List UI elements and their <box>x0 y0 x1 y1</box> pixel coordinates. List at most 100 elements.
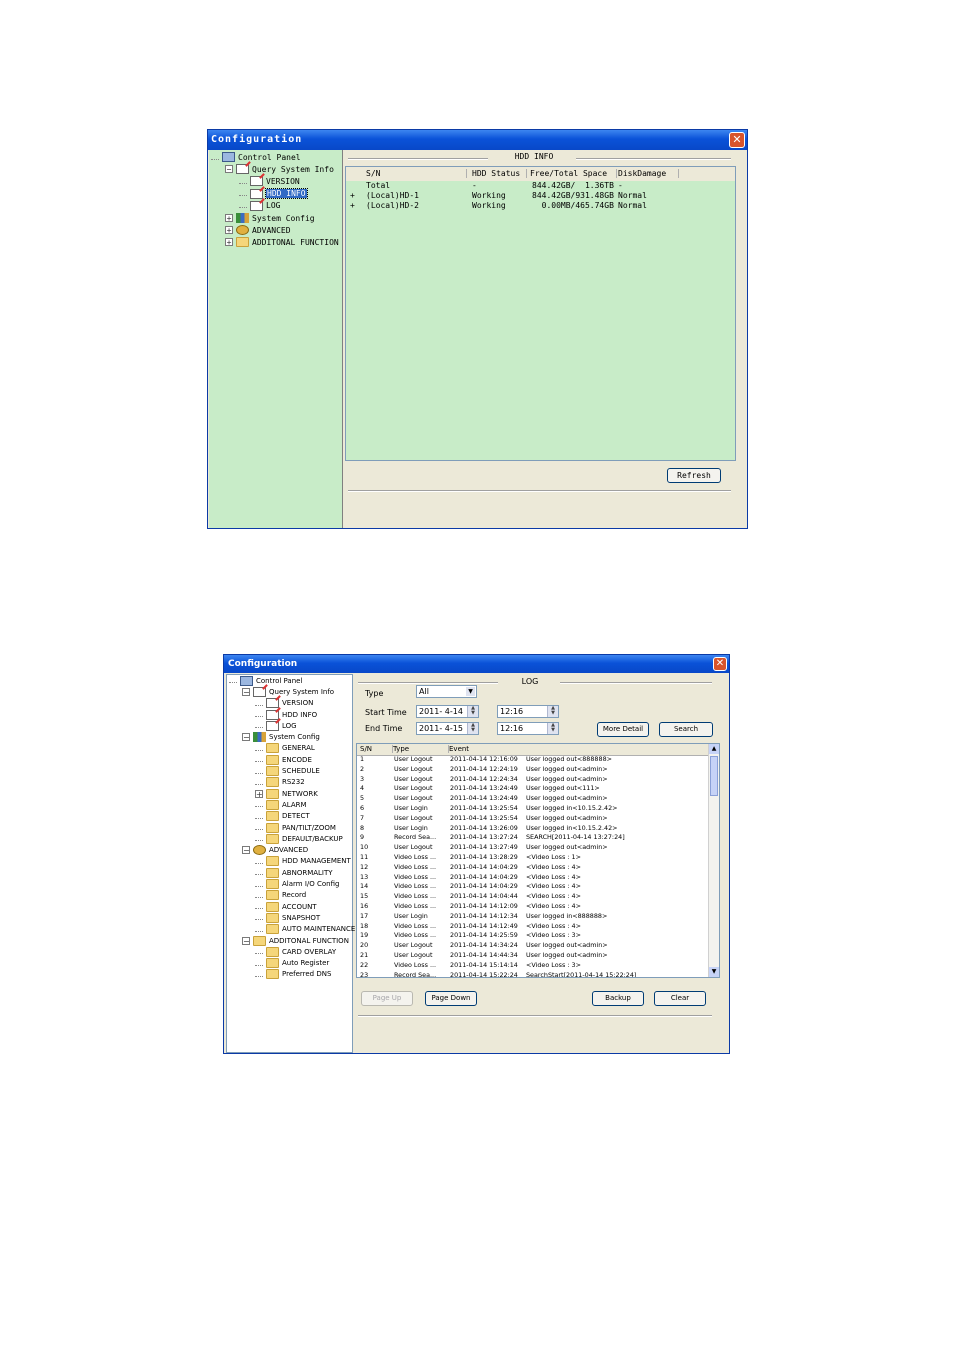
table-row[interactable]: 7 User Logout 2011-04-14 13:25:54 User logg… <box>357 814 710 824</box>
clear-button[interactable]: Clear <box>654 991 706 1006</box>
time-spinner-icon[interactable]: ▲ ▼ <box>547 706 558 717</box>
tree-item-query-system-info[interactable]: − Query System Info <box>242 686 334 697</box>
more-detail-button[interactable]: More Detail <box>597 722 649 737</box>
backup-button[interactable]: Backup <box>592 991 644 1006</box>
tree-item-advanced[interactable]: − ADVANCED <box>242 845 308 856</box>
close-button[interactable]: ✕ <box>713 657 727 671</box>
start-date-field[interactable]: 2011- 4-14 ▲ ▼ <box>416 705 479 718</box>
tree-item-abnormality[interactable]: ABNORMALITY <box>255 867 333 878</box>
table-row[interactable]: 6 User Login 2011-04-14 13:25:54 User logge… <box>357 804 710 814</box>
table-row[interactable]: 23 Record Sea... 2011-04-14 15:22:24 Search… <box>357 971 710 977</box>
tree-item-log[interactable]: LOG <box>239 200 280 212</box>
tree-item-hdd-info[interactable]: HDD INFO <box>239 188 308 200</box>
table-row[interactable]: 5 User Logout 2011-04-14 13:24:49 User logg… <box>357 794 710 804</box>
table-row[interactable]: 11 Video Loss ... 2011-04-14 13:28:29 <Vide… <box>357 853 710 863</box>
tree-item-alarm-i-o-config[interactable]: Alarm I/O Config <box>255 878 339 890</box>
column-header-diskdamage[interactable]: DiskDamage <box>618 169 679 178</box>
collapse-icon[interactable]: − <box>242 733 250 742</box>
refresh-button[interactable]: Refresh <box>667 468 721 483</box>
vertical-scrollbar[interactable]: ▲ ▼ <box>708 744 719 977</box>
table-row[interactable]: 3 User Logout 2011-04-14 12:24:34 User logg… <box>357 775 710 785</box>
type-select[interactable]: All ▼ <box>416 685 477 698</box>
page-down-button[interactable]: Page Down <box>425 991 477 1006</box>
table-row[interactable]: 15 Video Loss ... 2011-04-14 14:04:44 <Vide… <box>357 892 710 902</box>
scroll-down-icon[interactable]: ▼ <box>709 967 719 977</box>
column-header-hdd-status[interactable]: HDD Status <box>472 169 527 178</box>
collapse-icon[interactable]: − <box>242 846 250 855</box>
tree-item-auto-maintenance[interactable]: AUTO MAINTENANCE <box>255 924 355 935</box>
table-row[interactable]: 4 User Logout 2011-04-14 13:24:49 User logg… <box>357 784 710 794</box>
tree-item-log[interactable]: LOG <box>255 720 297 731</box>
table-row[interactable]: 1 User Logout 2011-04-14 12:16:09 User logg… <box>357 755 710 765</box>
column-header-type[interactable]: Type <box>393 745 449 753</box>
page-up-button[interactable]: Page Up <box>361 991 413 1006</box>
tree-item-additonal-function[interactable]: − ADDITONAL FUNCTION <box>242 935 349 946</box>
tree-item-version[interactable]: VERSION <box>239 175 300 187</box>
expand-icon[interactable]: + <box>225 238 233 247</box>
table-row[interactable]: 9 Record Sea... 2011-04-14 13:27:24 SEARCH[… <box>357 833 710 843</box>
tree-item-account[interactable]: ACCOUNT <box>255 901 317 912</box>
table-row[interactable]: + (Local)HD-1 Working 844.42GB/931.48GB Norm… <box>346 191 735 201</box>
column-header-s-n[interactable]: S/N <box>366 169 467 178</box>
table-row[interactable]: Total -844.42GB/ 1.36TB - <box>346 181 735 191</box>
collapse-icon[interactable]: − <box>225 165 233 174</box>
tree-item-preferred-dns[interactable]: Preferred DNS <box>255 969 331 980</box>
start-time-field[interactable]: 12:16 ▲ ▼ <box>497 705 559 718</box>
tree-item-system-config[interactable]: + System Config <box>225 212 315 224</box>
tree-item-schedule[interactable]: SCHEDULE <box>255 765 320 777</box>
tree-item-query-system-info[interactable]: − Query System Info <box>225 163 334 175</box>
column-header-s-n[interactable]: S/N <box>360 745 393 753</box>
tree-item-system-config[interactable]: − System Config <box>242 732 320 743</box>
search-button[interactable]: Search <box>659 722 713 737</box>
time-spinner-icon[interactable]: ▲ ▼ <box>547 723 558 734</box>
table-row[interactable]: 21 User Logout 2011-04-14 14:44:34 User log… <box>357 951 710 961</box>
table-row[interactable]: 18 Video Loss ... 2011-04-14 14:12:49 <Vide… <box>357 922 710 932</box>
table-row[interactable]: 10 User Logout 2011-04-14 13:27:49 User log… <box>357 843 710 853</box>
table-row[interactable]: 17 User Login 2011-04-14 14:12:34 User logg… <box>357 912 710 922</box>
tree-item-network[interactable]: + NETWORK <box>255 788 318 799</box>
close-button[interactable]: ✕ <box>729 132 745 148</box>
table-row[interactable]: 20 User Logout 2011-04-14 14:34:24 User log… <box>357 941 710 951</box>
table-row[interactable]: 16 Video Loss ... 2011-04-14 14:12:09 <Vide… <box>357 902 710 912</box>
collapse-icon[interactable]: − <box>242 936 250 945</box>
collapse-icon[interactable]: − <box>242 687 250 696</box>
expand-icon[interactable]: + <box>225 214 233 223</box>
tree-item-general[interactable]: GENERAL <box>255 743 315 754</box>
tree-item-version[interactable]: VERSION <box>255 698 313 709</box>
tree-item-card-overlay[interactable]: CARD OVERLAY <box>255 946 336 957</box>
column-header-free-total-space[interactable]: Free/Total Space <box>530 169 617 178</box>
tree-item-hdd-management[interactable]: HDD MANAGEMENT <box>255 856 351 867</box>
tree-item-encode[interactable]: ENCODE <box>255 754 312 765</box>
scroll-up-icon[interactable]: ▲ <box>709 744 719 754</box>
expand-row-icon[interactable]: + <box>350 191 355 200</box>
table-row[interactable]: + (Local)HD-2 Working 0.00MB/465.74GB Norma… <box>346 201 735 211</box>
column-header-event[interactable]: Event <box>449 745 710 753</box>
table-row[interactable]: 8 User Login 2011-04-14 13:26:09 User logge… <box>357 824 710 834</box>
table-row[interactable]: 2 User Logout 2011-04-14 12:24:19 User logg… <box>357 765 710 775</box>
tree-item-default-backup[interactable]: DEFAULT/BACKUP <box>255 833 343 844</box>
tree-item-alarm[interactable]: ALARM <box>255 799 307 810</box>
tree-item-hdd-info[interactable]: HDD INFO <box>255 709 317 720</box>
scroll-thumb[interactable] <box>710 756 718 796</box>
expand-icon[interactable]: + <box>255 789 263 798</box>
tree-item-pan-tilt-zoom[interactable]: PAN/TILT/ZOOM <box>255 822 336 833</box>
tree-item-snapshot[interactable]: SNAPSHOT <box>255 912 320 923</box>
table-row[interactable]: 14 Video Loss ... 2011-04-14 14:04:29 <Vide… <box>357 882 710 892</box>
table-row[interactable]: 13 Video Loss ... 2011-04-14 14:04:29 <Vide… <box>357 873 710 883</box>
end-time-field[interactable]: 12:16 ▲ ▼ <box>497 722 559 735</box>
tree-item-advanced[interactable]: + ADVANCED <box>225 224 291 236</box>
table-row[interactable]: 12 Video Loss ... 2011-04-14 14:04:29 <Vide… <box>357 863 710 873</box>
date-spinner-icon[interactable]: ▲ ▼ <box>467 723 478 734</box>
date-spinner-icon[interactable]: ▲ ▼ <box>467 706 478 717</box>
tree-item-rs232[interactable]: RS232 <box>255 777 305 788</box>
tree-item-record[interactable]: Record <box>255 890 306 901</box>
tree-item-additonal-function[interactable]: + ADDITONAL FUNCTION <box>225 236 339 248</box>
tree-item-detect[interactable]: DETECT <box>255 811 310 822</box>
expand-icon[interactable]: + <box>225 226 233 235</box>
table-row[interactable]: 19 Video Loss ... 2011-04-14 14:25:59 <Vide… <box>357 931 710 941</box>
tree-item-control-panel[interactable]: Control Panel <box>211 151 301 163</box>
window-titlebar[interactable]: Configuration <box>224 655 729 673</box>
tree-item-auto-register[interactable]: Auto Register <box>255 958 329 969</box>
window-titlebar[interactable]: Configuration <box>208 130 747 150</box>
expand-row-icon[interactable]: + <box>350 201 355 210</box>
